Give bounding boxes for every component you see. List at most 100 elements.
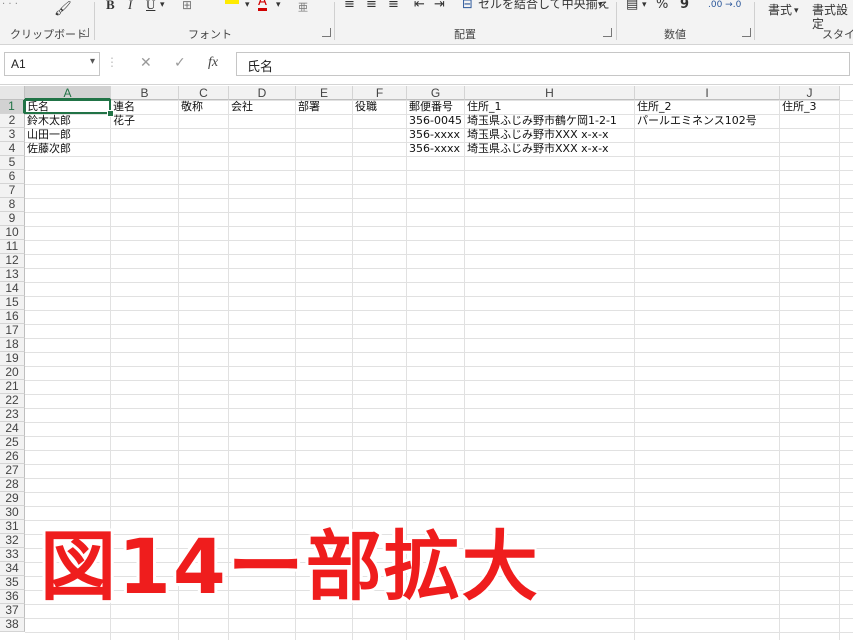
cell-b1[interactable]: 連名	[111, 100, 135, 114]
select-all-corner[interactable]	[0, 86, 25, 100]
cell-i1[interactable]: 住所_2	[635, 100, 672, 114]
merge-icon[interactable]: ⊟	[462, 0, 473, 12]
row-header-26[interactable]: 26	[0, 450, 25, 464]
column-header-j[interactable]: J	[780, 86, 840, 100]
cell-h3[interactable]: 埼玉県ふじみ野市XXX x-x-x	[465, 128, 609, 142]
row-header-27[interactable]: 27	[0, 464, 25, 478]
accounting-format-icon[interactable]: ▤	[626, 0, 638, 12]
insert-function-button[interactable]: fx	[208, 55, 218, 71]
fill-handle[interactable]	[107, 110, 114, 117]
cell-g4[interactable]: 356-xxxx	[407, 142, 460, 156]
format-painter-icon[interactable]: 🖌	[54, 2, 72, 16]
row-header-2[interactable]: 2	[0, 114, 25, 128]
cell-c1[interactable]: 敬称	[179, 100, 203, 114]
decrease-indent-icon[interactable]: ⇤	[414, 0, 425, 12]
cell-a3[interactable]: 山田一郎	[25, 128, 71, 142]
row-header-7[interactable]: 7	[0, 184, 25, 198]
underline-button[interactable]: U	[146, 0, 155, 12]
row-header-23[interactable]: 23	[0, 408, 25, 422]
column-header-g[interactable]: G	[407, 86, 465, 100]
row-header-14[interactable]: 14	[0, 282, 25, 296]
chevron-down-icon[interactable]: ▾	[276, 0, 281, 12]
row-header-1[interactable]: 1	[0, 100, 25, 114]
column-header-h[interactable]: H	[465, 86, 635, 100]
row-header-29[interactable]: 29	[0, 492, 25, 506]
name-box[interactable]: A1 ▾	[4, 52, 100, 76]
column-header-i[interactable]: I	[635, 86, 780, 100]
row-header-33[interactable]: 33	[0, 548, 25, 562]
chevron-down-icon[interactable]: ▾	[90, 56, 95, 67]
cell-g2[interactable]: 356-0045	[407, 114, 462, 128]
font-launcher[interactable]	[322, 28, 331, 37]
align-center-icon[interactable]: ≡	[366, 0, 377, 12]
row-header-4[interactable]: 4	[0, 142, 25, 156]
row-header-15[interactable]: 15	[0, 296, 25, 310]
cell-i2[interactable]: パールエミネンス102号	[635, 114, 757, 128]
row-header-32[interactable]: 32	[0, 534, 25, 548]
cell-h1[interactable]: 住所_1	[465, 100, 502, 114]
row-header-12[interactable]: 12	[0, 254, 25, 268]
chevron-down-icon[interactable]: ▾	[794, 4, 799, 18]
column-header-f[interactable]: F	[353, 86, 407, 100]
row-header-3[interactable]: 3	[0, 128, 25, 142]
row-header-35[interactable]: 35	[0, 576, 25, 590]
row-header-5[interactable]: 5	[0, 156, 25, 170]
formula-input[interactable]: 氏名	[236, 52, 850, 76]
column-header-c[interactable]: C	[179, 86, 229, 100]
number-launcher[interactable]	[742, 28, 751, 37]
column-header-d[interactable]: D	[229, 86, 296, 100]
cell-f1[interactable]: 役職	[353, 100, 377, 114]
row-header-8[interactable]: 8	[0, 198, 25, 212]
bold-button[interactable]: B	[106, 0, 115, 12]
row-header-21[interactable]: 21	[0, 380, 25, 394]
cell-a2[interactable]: 鈴木太郎	[25, 114, 71, 128]
chevron-down-icon[interactable]: ▾	[642, 0, 647, 12]
column-header-b[interactable]: B	[111, 86, 179, 100]
row-header-10[interactable]: 10	[0, 226, 25, 240]
row-header-34[interactable]: 34	[0, 562, 25, 576]
paste-icon[interactable]: · · ·	[2, 0, 18, 12]
cell-h4[interactable]: 埼玉県ふじみ野市XXX x-x-x	[465, 142, 609, 156]
row-header-17[interactable]: 17	[0, 324, 25, 338]
cancel-button[interactable]: ✕	[140, 55, 152, 71]
row-header-22[interactable]: 22	[0, 394, 25, 408]
conditional-format-button[interactable]: 書式	[768, 3, 792, 17]
row-header-28[interactable]: 28	[0, 478, 25, 492]
merge-center-button[interactable]: セルを結合して中央揃え	[478, 0, 610, 11]
row-header-36[interactable]: 36	[0, 590, 25, 604]
align-left-icon[interactable]: ≡	[344, 0, 355, 12]
row-header-11[interactable]: 11	[0, 240, 25, 254]
row-header-31[interactable]: 31	[0, 520, 25, 534]
border-icon[interactable]: ⊞	[182, 0, 192, 12]
chevron-down-icon[interactable]: ▾	[160, 0, 165, 12]
increase-indent-icon[interactable]: ⇥	[434, 0, 445, 12]
italic-button[interactable]: I	[128, 0, 132, 12]
cell-b2[interactable]: 花子	[111, 114, 135, 128]
row-header-24[interactable]: 24	[0, 422, 25, 436]
row-header-9[interactable]: 9	[0, 212, 25, 226]
cell-g3[interactable]: 356-xxxx	[407, 128, 460, 142]
cell-a4[interactable]: 佐藤次郎	[25, 142, 71, 156]
cell-d1[interactable]: 会社	[229, 100, 253, 114]
row-header-38[interactable]: 38	[0, 618, 25, 632]
cell-h2[interactable]: 埼玉県ふじみ野市鶴ケ岡1-2-1	[465, 114, 617, 128]
column-header-e[interactable]: E	[296, 86, 353, 100]
comma-style-icon[interactable]: 9	[680, 0, 689, 12]
row-header-16[interactable]: 16	[0, 310, 25, 324]
row-header-25[interactable]: 25	[0, 436, 25, 450]
row-header-13[interactable]: 13	[0, 268, 25, 282]
fill-color-icon[interactable]	[225, 0, 239, 4]
enter-button[interactable]: ✓	[174, 55, 186, 71]
chevron-down-icon[interactable]: ▾	[245, 0, 250, 12]
chevron-down-icon[interactable]: ▾	[598, 0, 603, 12]
decimal-icon[interactable]: .00 →.0	[708, 0, 741, 12]
row-header-20[interactable]: 20	[0, 366, 25, 380]
row-header-30[interactable]: 30	[0, 506, 25, 520]
cell-j1[interactable]: 住所_3	[780, 100, 817, 114]
alignment-launcher[interactable]	[603, 28, 612, 37]
phonetic-icon[interactable]: 亜	[298, 2, 308, 16]
cell-g1[interactable]: 郵便番号	[407, 100, 453, 114]
column-header-a[interactable]: A	[25, 86, 111, 100]
cell-e1[interactable]: 部署	[296, 100, 320, 114]
row-header-18[interactable]: 18	[0, 338, 25, 352]
